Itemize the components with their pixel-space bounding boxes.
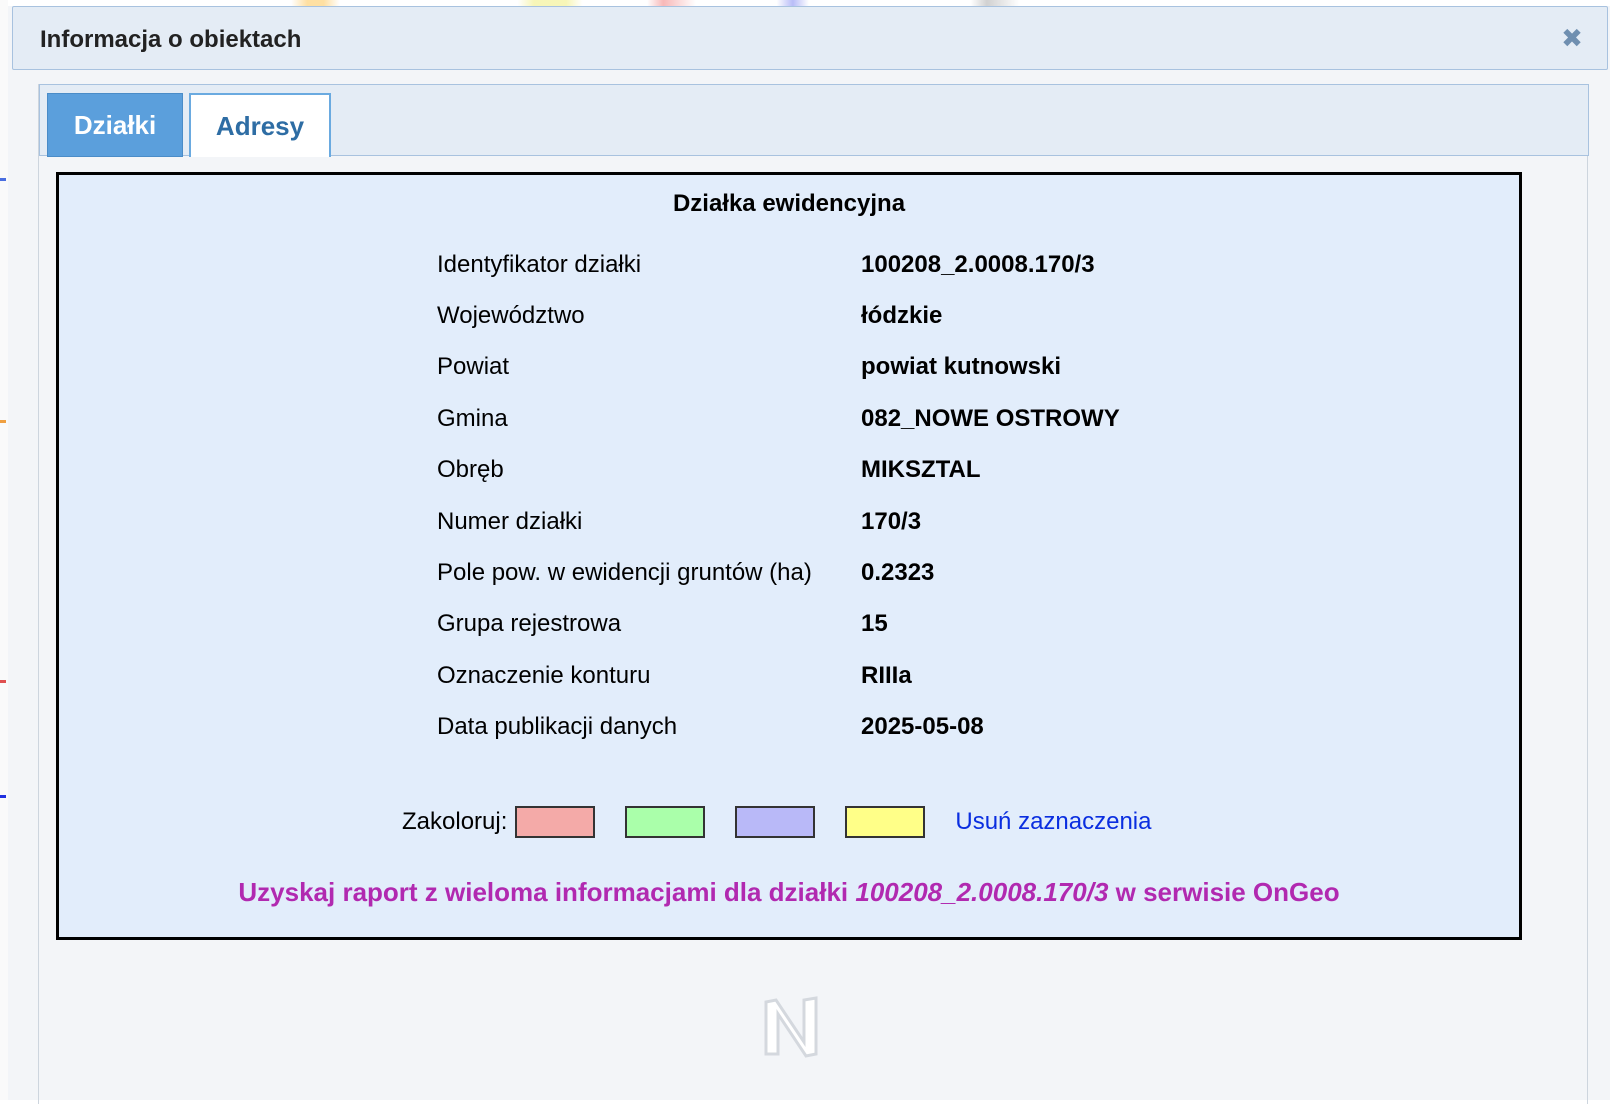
map-fragment: [0, 680, 6, 683]
attribute-value: 0.2323: [861, 559, 935, 587]
attribute-label: Oznaczenie konturu: [437, 661, 651, 689]
table-row: Identyfikator działki 100208_2.0008.170/…: [437, 239, 1120, 290]
attribute-value: łódzkie: [861, 302, 943, 330]
table-row: Gmina 082_NOWE OSTROWY: [437, 393, 1120, 444]
tab-bar: Działki Adresy: [39, 84, 1589, 157]
colorize-row: Zakoloruj: Usuń zaznaczenia: [402, 805, 1152, 839]
report-parcel-id: 100208_2.0008.170/3: [855, 877, 1109, 907]
panel-heading: Działka ewidencyjna: [672, 190, 906, 217]
color-swatch-green[interactable]: [625, 806, 706, 838]
report-prefix: Uzyskaj raport z wieloma informacjami dl…: [238, 877, 856, 907]
attribute-value: 2025-05-08: [861, 713, 984, 741]
attribute-value: powiat kutnowski: [861, 353, 1062, 381]
clear-selection-link[interactable]: Usuń zaznaczenia: [955, 808, 1151, 836]
table-row: Obręb MIKSZTAL: [437, 445, 1120, 496]
attribute-label: Pole pow. w ewidencji gruntów (ha): [437, 559, 812, 587]
attribute-label: Data publikacji danych: [437, 713, 678, 741]
table-row: Oznaczenie konturu RIIIa: [437, 650, 1120, 701]
attribute-value: 082_NOWE OSTROWY: [861, 404, 1120, 432]
attribute-label: Gmina: [437, 404, 508, 432]
attribute-label: Grupa rejestrowa: [437, 610, 622, 638]
dialog-title: Informacja o obiektach: [40, 26, 302, 53]
color-swatch-yellow[interactable]: [845, 806, 926, 838]
table-row: Data publikacji danych 2025-05-08: [437, 702, 1120, 753]
dialog-titlebar[interactable]: Informacja o obiektach ✖: [12, 6, 1608, 70]
parcel-attributes-table: Identyfikator działki 100208_2.0008.170/…: [437, 239, 1120, 753]
attribute-value: MIKSZTAL: [861, 456, 981, 484]
ongeo-report-link[interactable]: Uzyskaj raport z wieloma informacjami dl…: [59, 877, 1519, 908]
report-suffix: w serwisie OnGeo: [1108, 877, 1340, 907]
n-logo-icon: [764, 996, 818, 1058]
attribute-value: 170/3: [861, 507, 922, 535]
attribute-value: 100208_2.0008.170/3: [861, 250, 1095, 278]
attribute-label: Identyfikator działki: [437, 250, 642, 278]
table-row: Powiat powiat kutnowski: [437, 342, 1120, 393]
attribute-value: 15: [861, 610, 888, 638]
color-swatch-red[interactable]: [515, 806, 596, 838]
dialog-content: Działki Adresy Działka ewidencyjna Ident…: [38, 84, 1589, 1104]
table-row: Pole pow. w ewidencji gruntów (ha) 0.232…: [437, 547, 1120, 598]
object-info-dialog: Informacja o obiektach ✖ Działki Adresy …: [8, 6, 1610, 1104]
map-fragment: [0, 178, 6, 181]
colorize-label: Zakoloruj:: [402, 808, 508, 835]
attribute-value: RIIIa: [861, 661, 912, 689]
color-swatch-blue[interactable]: [735, 806, 816, 838]
tab-dzialki[interactable]: Działki: [47, 93, 183, 157]
table-row: Numer działki 170/3: [437, 496, 1120, 547]
map-background-edge: [0, 0, 8, 1100]
table-row: Grupa rejestrowa 15: [437, 599, 1120, 650]
parcel-info-panel: Działka ewidencyjna Identyfikator działk…: [56, 172, 1522, 940]
table-row: Województwo łódzkie: [437, 290, 1120, 341]
attribute-label: Województwo: [437, 302, 585, 330]
close-icon[interactable]: ✖: [1559, 25, 1585, 51]
map-fragment: [0, 420, 6, 423]
map-fragment: [0, 795, 6, 798]
attribute-label: Powiat: [437, 353, 510, 381]
attribute-label: Numer działki: [437, 507, 583, 535]
tab-adresy[interactable]: Adresy: [189, 93, 331, 157]
attribute-label: Obręb: [437, 456, 504, 484]
